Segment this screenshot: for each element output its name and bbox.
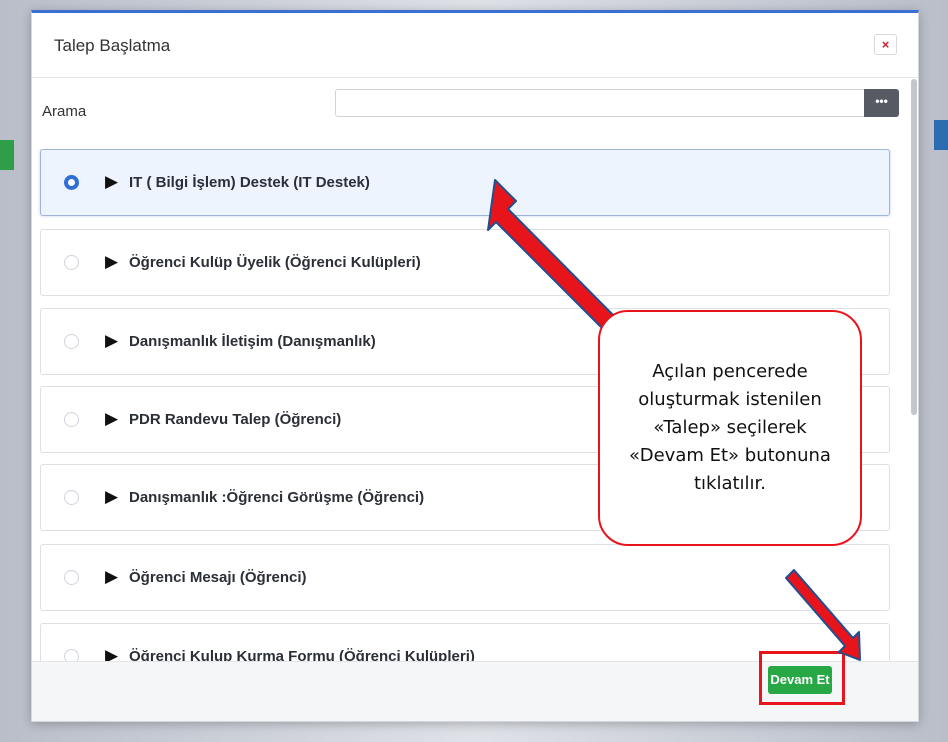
ellipsis-icon: ••• xyxy=(875,94,888,108)
list-item-label: PDR Randevu Talep (Öğrenci) xyxy=(129,411,342,428)
list-item-label: Danışmanlık İletişim (Danışmanlık) xyxy=(129,333,376,350)
expand-icon[interactable]: ▶ xyxy=(105,487,118,507)
background-element xyxy=(0,140,14,170)
callout-text: Açılan pencerede oluşturmak istenilen «T… xyxy=(629,361,831,494)
expand-icon[interactable]: ▶ xyxy=(105,331,118,351)
list-item[interactable]: ▶ Öğrenci Kulüp Üyelik (Öğrenci Kulüpler… xyxy=(40,229,890,296)
highlight-box xyxy=(759,651,845,705)
close-button[interactable]: × xyxy=(874,34,897,55)
expand-icon[interactable]: ▶ xyxy=(105,409,118,429)
list-item-label: Öğrenci Mesajı (Öğrenci) xyxy=(129,569,307,586)
search-input[interactable] xyxy=(335,89,865,117)
search-options-button[interactable]: ••• xyxy=(864,89,899,117)
list-item-label: IT ( Bilgi İşlem) Destek (IT Destek) xyxy=(129,174,370,191)
instruction-callout: Açılan pencerede oluşturmak istenilen «T… xyxy=(598,310,862,546)
radio-button[interactable] xyxy=(64,649,79,661)
radio-button[interactable] xyxy=(64,570,79,585)
background-element xyxy=(934,120,948,150)
scrollbar[interactable] xyxy=(911,79,917,415)
dialog-title: Talep Başlatma xyxy=(54,36,171,55)
radio-button[interactable] xyxy=(64,255,79,270)
expand-icon[interactable]: ▶ xyxy=(105,567,118,587)
radio-button[interactable] xyxy=(64,490,79,505)
close-icon: × xyxy=(881,37,890,52)
radio-button[interactable] xyxy=(64,412,79,427)
list-item-label: Öğrenci Kulup Kurma Formu (Öğrenci Kulüp… xyxy=(129,648,475,661)
expand-icon[interactable]: ▶ xyxy=(105,646,118,661)
dialog-header: Talep Başlatma × xyxy=(32,13,918,78)
list-item[interactable]: ▶ IT ( Bilgi İşlem) Destek (IT Destek) xyxy=(40,149,890,216)
list-item-label: Danışmanlık :Öğrenci Görüşme (Öğrenci) xyxy=(129,489,425,506)
radio-button[interactable] xyxy=(64,334,79,349)
expand-icon[interactable]: ▶ xyxy=(105,172,118,192)
radio-button[interactable] xyxy=(64,175,79,190)
search-label: Arama xyxy=(42,103,87,120)
list-item[interactable]: ▶ Öğrenci Mesajı (Öğrenci) xyxy=(40,544,890,611)
expand-icon[interactable]: ▶ xyxy=(105,252,118,272)
list-item-label: Öğrenci Kulüp Üyelik (Öğrenci Kulüpleri) xyxy=(129,254,421,271)
